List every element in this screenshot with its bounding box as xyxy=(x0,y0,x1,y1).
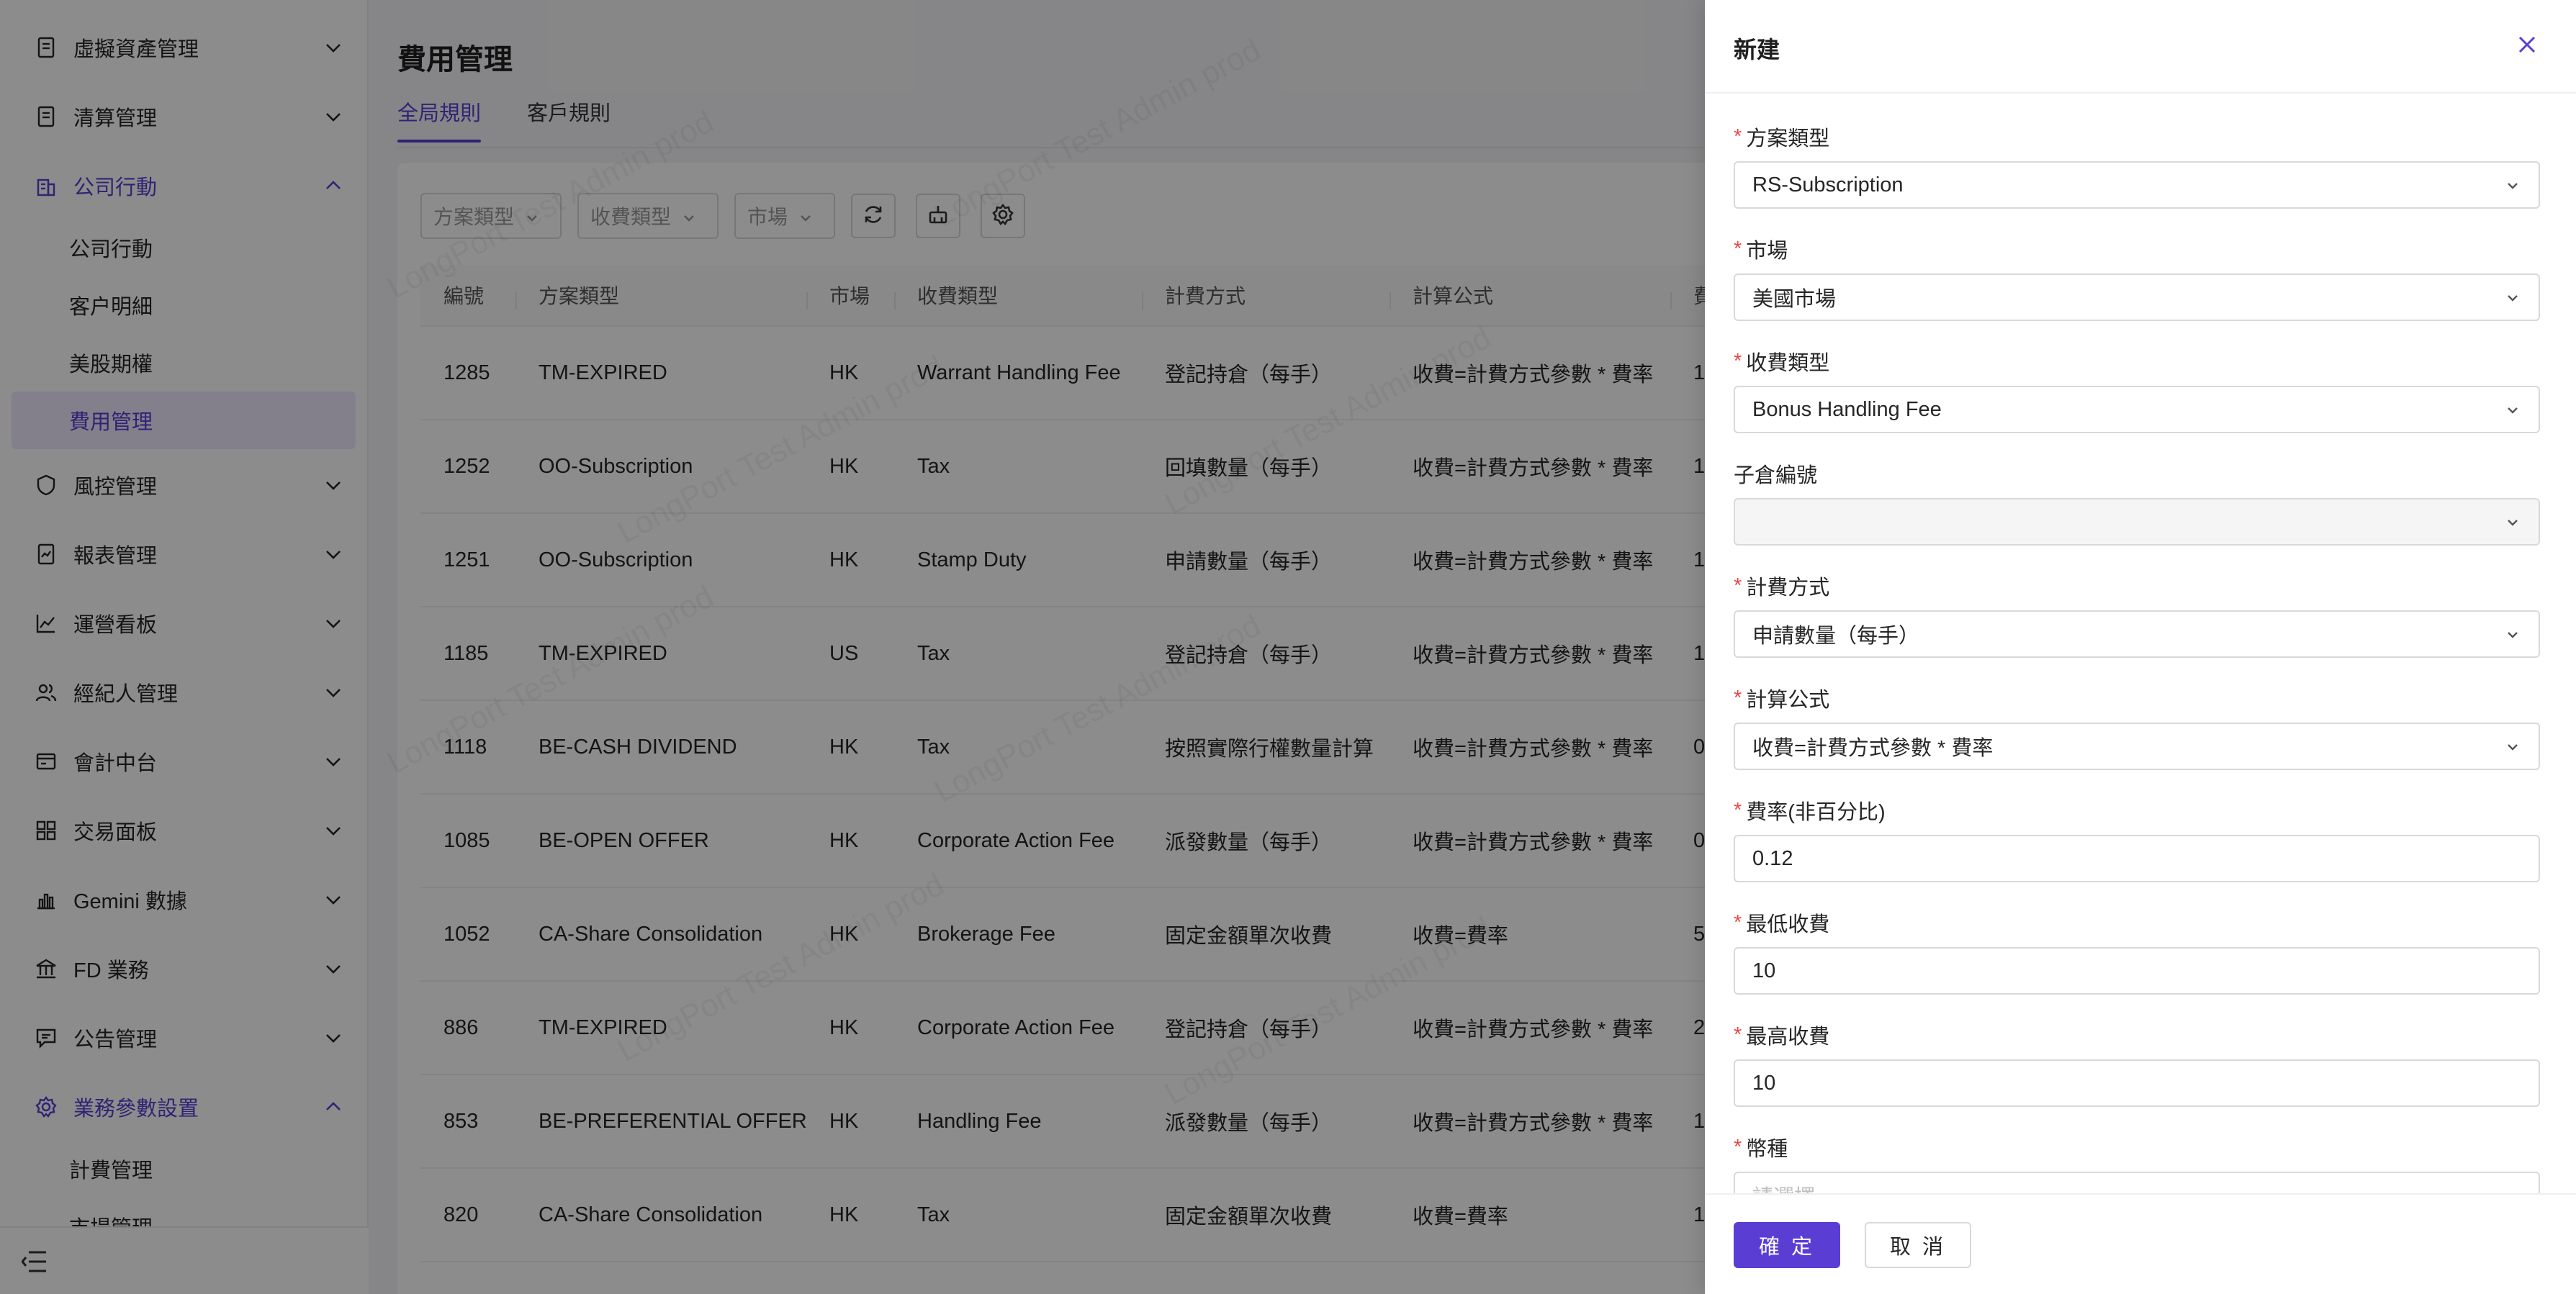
form-item: * 費率(非百分比) 0.12 xyxy=(1734,796,2540,882)
form-label-text: 市場 xyxy=(1746,240,1788,263)
select-field[interactable]: 請選擇 xyxy=(1734,1172,2540,1193)
form-label: * 計算公式 xyxy=(1734,684,2540,712)
select-field[interactable]: RS-Subscription xyxy=(1734,161,2540,209)
form-label-text: 最低收費 xyxy=(1746,913,1830,936)
drawer-title: 新建 xyxy=(1734,37,1780,63)
required-mark: * xyxy=(1734,125,1742,148)
drawer-body: * 方案類型 RS-Subscription * 市場 美國市場 * 收費類型 Bonus Ha… xyxy=(1705,94,2576,1193)
form-label-text: 子倉編號 xyxy=(1734,464,1818,487)
form-label: * 最高收費 xyxy=(1734,1021,2540,1049)
field-value: 10 xyxy=(1752,959,1776,982)
field-value: 0.12 xyxy=(1752,846,1793,870)
chevron-down-icon xyxy=(2504,1187,2521,1193)
select-field[interactable]: 收費=計費方式參數 * 費率 xyxy=(1734,723,2540,770)
select-placeholder: 請選擇 xyxy=(1752,1180,2504,1193)
input-field[interactable]: 0.12 xyxy=(1734,835,2540,882)
input-field[interactable]: 10 xyxy=(1734,1059,2540,1107)
required-mark: * xyxy=(1734,798,1742,822)
drawer-footer: 確 定 取 消 xyxy=(1705,1193,2576,1294)
form-item: * 計算公式收費=計費方式參數 * 費率 xyxy=(1734,684,2540,770)
form-label-text: 費率(非百分比) xyxy=(1746,801,1886,824)
required-mark: * xyxy=(1734,910,1742,934)
field-value: 收費=計費方式參數 * 費率 xyxy=(1752,737,1994,760)
field-value: Bonus Handling Fee xyxy=(1752,397,1942,421)
form-label-text: 方案類型 xyxy=(1746,127,1830,150)
form-label-text: 計算公式 xyxy=(1746,689,1830,712)
form-label-text: 計費方式 xyxy=(1746,576,1830,600)
form-item: *幣種請選擇 xyxy=(1734,1133,2540,1193)
required-mark: * xyxy=(1734,237,1742,261)
form-label: * 計費方式 xyxy=(1734,571,2540,600)
form-label-text: 收費類型 xyxy=(1746,352,1830,375)
close-icon xyxy=(2517,35,2537,58)
form-item: * 最高收費 10 xyxy=(1734,1021,2540,1107)
form-label: * 市場 xyxy=(1734,235,2540,263)
form-label: * 最低收費 xyxy=(1734,908,2540,937)
cancel-button[interactable]: 取 消 xyxy=(1865,1222,1971,1268)
required-mark: * xyxy=(1734,1023,1742,1046)
field-value: 美國市場 xyxy=(1752,288,1837,311)
select-field[interactable]: Bonus Handling Fee xyxy=(1734,386,2540,433)
form-item: * 收費類型 Bonus Handling Fee xyxy=(1734,347,2540,433)
required-mark: * xyxy=(1734,1135,1742,1159)
form-item: 子倉編號 xyxy=(1734,459,2540,546)
form-label: * 幣種 xyxy=(1734,1133,2540,1162)
form-item: * 計費方式申請數量（每手） xyxy=(1734,571,2540,658)
required-mark: * xyxy=(1734,574,1742,597)
chevron-down-icon xyxy=(2504,401,2521,418)
form-label: * 收費類型 xyxy=(1734,347,2540,376)
create-drawer: 新建 * 方案類型 RS-Subscription * 市場 美國市場 * 收費類型 Bonus… xyxy=(1705,0,2576,1294)
field-value: 申請數量（每手） xyxy=(1752,625,1920,648)
select-field[interactable]: 美國市場 xyxy=(1734,273,2540,321)
input-field[interactable]: 10 xyxy=(1734,947,2540,995)
form-item: * 方案類型 RS-Subscription xyxy=(1734,122,2540,209)
field-value: RS-Subscription xyxy=(1752,173,1904,196)
required-mark: * xyxy=(1734,349,1742,373)
form-label: * 費率(非百分比) xyxy=(1734,796,2540,825)
chevron-down-icon xyxy=(2504,289,2521,306)
select-field[interactable] xyxy=(1734,498,2540,546)
chevron-down-icon xyxy=(2504,513,2521,530)
form-label-text: 最高收費 xyxy=(1746,1026,1830,1049)
form-label: 子倉編號 xyxy=(1734,459,2540,488)
form-label-text: 幣種 xyxy=(1746,1138,1788,1161)
confirm-button[interactable]: 確 定 xyxy=(1734,1222,1840,1268)
chevron-down-icon xyxy=(2504,738,2521,755)
close-button[interactable] xyxy=(2513,32,2541,60)
select-field[interactable]: 申請數量（每手） xyxy=(1734,610,2540,658)
form-label: * 方案類型 xyxy=(1734,122,2540,151)
form-item: * 市場美國市場 xyxy=(1734,235,2540,321)
chevron-down-icon xyxy=(2504,625,2521,643)
field-value: 10 xyxy=(1752,1071,1776,1095)
drawer-header: 新建 xyxy=(1705,0,2576,94)
required-mark: * xyxy=(1734,686,1742,710)
form-item: * 最低收費 10 xyxy=(1734,908,2540,995)
chevron-down-icon xyxy=(2504,176,2521,194)
